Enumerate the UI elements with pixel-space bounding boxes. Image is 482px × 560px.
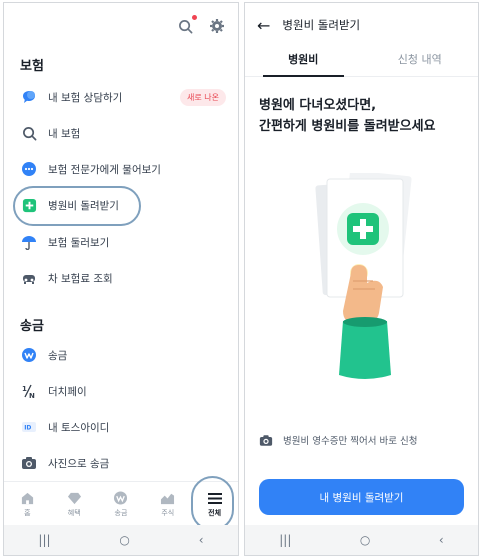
menu-item-insurance-consult[interactable]: 내 보험 상담하기 새로 나온 (20, 85, 226, 109)
umbrella-icon (20, 233, 38, 251)
home-button[interactable]: ○ (119, 533, 129, 547)
menu-item-my-insurance[interactable]: 내 보험 (20, 121, 226, 145)
menu-item-label: 차 보험료 조회 (48, 272, 113, 285)
section-title-insurance: 보험 (20, 59, 44, 74)
tab-bar: 병원비 신청 내역 (245, 47, 478, 77)
top-icons (176, 15, 226, 35)
menu-item-ask-expert[interactable]: 보험 전문가에게 물어보기 (20, 157, 226, 181)
section-title-transfer: 송금 (20, 319, 44, 334)
headline: 병원에 다녀오셨다면, 간편하게 병원비를 돌려받으세요 (259, 95, 436, 137)
get-refund-button[interactable]: 내 병원비 돌려받기 (259, 479, 464, 515)
menu-item-label: 내 토스아이디 (48, 421, 110, 434)
menu-item-dutch-pay[interactable]: 1N 더치페이 (20, 379, 226, 403)
headline-line-2: 간편하게 병원비를 돌려받으세요 (259, 119, 436, 134)
car-icon (20, 269, 38, 287)
receipt-note: 병원비 영수증만 찍어서 바로 신청 (259, 433, 464, 447)
highlight-annotation (13, 186, 141, 226)
diamond-icon (67, 492, 81, 505)
menu-item-toss-id[interactable]: ID 내 토스아이디 (20, 415, 226, 439)
back-button[interactable]: ‹ (439, 533, 444, 547)
camera-icon (259, 434, 273, 446)
search-icon[interactable] (176, 15, 197, 35)
gear-icon[interactable] (208, 17, 226, 35)
chart-icon (161, 493, 175, 505)
header: ← 병원비 돌려받기 (257, 15, 466, 35)
system-nav-bar: ||| ○ ‹ (4, 525, 238, 555)
nav-label: 주식 (161, 509, 175, 517)
nav-transfer[interactable]: 송금 (98, 482, 145, 527)
transfer-icon (114, 491, 128, 505)
menu-item-label: 보험 전문가에게 물어보기 (48, 163, 161, 176)
tab-hospital-fee[interactable]: 병원비 (245, 47, 362, 77)
recent-apps-button[interactable]: ||| (38, 533, 50, 547)
nav-label: 송금 (114, 509, 128, 517)
menu-item-label: 내 보험 (48, 127, 81, 140)
headline-line-1: 병원에 다녀오셨다면, (259, 98, 377, 113)
nav-stocks[interactable]: 주식 (144, 482, 191, 527)
notification-dot (192, 15, 197, 20)
back-button[interactable]: ‹ (199, 533, 204, 547)
menu-item-label: 내 보험 상담하기 (48, 91, 123, 104)
right-screen: ← 병원비 돌려받기 병원비 신청 내역 병원에 다녀오셨다면, 간편하게 병원… (244, 2, 479, 556)
svg-text:1: 1 (22, 385, 27, 393)
home-icon (21, 492, 33, 505)
menu-item-car-insurance[interactable]: 차 보험료 조회 (20, 266, 226, 290)
note-label: 병원비 영수증만 찍어서 바로 신청 (283, 436, 418, 447)
nav-benefits[interactable]: 혜택 (51, 482, 98, 527)
menu-item-browse-insurance[interactable]: 보험 둘러보기 (20, 230, 226, 254)
menu-item-photo-transfer[interactable]: 사진으로 송금 (20, 451, 226, 475)
split-fraction-icon: 1N (20, 382, 38, 400)
menu-item-label: 송금 (48, 349, 68, 362)
nav-label: 홈 (24, 509, 31, 517)
search-icon (20, 124, 38, 142)
home-button[interactable]: ○ (360, 533, 370, 547)
transfer-icon (20, 346, 38, 364)
highlight-annotation (191, 476, 234, 531)
hand-holding-card-illustration (315, 173, 412, 379)
menu-item-label: 보험 둘러보기 (48, 236, 110, 249)
back-arrow-icon[interactable]: ← (257, 16, 270, 35)
system-nav-bar: ||| ○ ‹ (245, 525, 478, 555)
new-badge: 새로 나온 (180, 88, 226, 106)
svg-text:ID: ID (24, 425, 31, 432)
recent-apps-button[interactable]: ||| (279, 533, 291, 547)
svg-text:N: N (29, 392, 35, 399)
nav-home[interactable]: 홈 (4, 482, 51, 527)
id-icon: ID (20, 418, 38, 436)
menu-item-label: 사진으로 송금 (48, 457, 110, 470)
menu-item-label: 더치페이 (48, 385, 87, 398)
camera-icon (20, 454, 38, 472)
nav-label: 혜택 (67, 509, 81, 517)
chat-bubble-icon (20, 88, 38, 106)
speech-dots-icon (20, 160, 38, 178)
menu-item-transfer[interactable]: 송금 (20, 343, 226, 367)
tab-application-history[interactable]: 신청 내역 (362, 47, 479, 76)
page-title: 병원비 돌려받기 (282, 18, 361, 32)
left-screen: 보험 내 보험 상담하기 새로 나온 내 보험 보험 전문가에게 물어보기 병원… (3, 2, 239, 556)
